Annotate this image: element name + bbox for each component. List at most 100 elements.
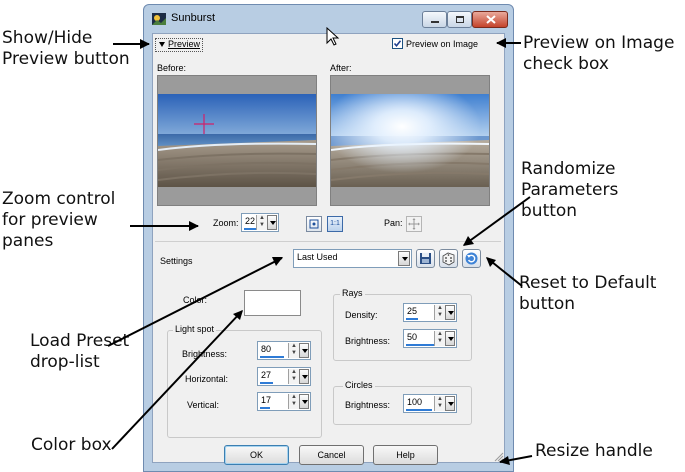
zoom-up-down-icon[interactable]: ▲ ▼ (256, 215, 267, 230)
rays-brightness-dropdown[interactable] (445, 331, 455, 346)
chevron-down-icon (448, 337, 454, 341)
light-spot-vertical-up-down-icon[interactable]: ▲ ▼ (288, 394, 299, 409)
rays-brightness-up-down-icon[interactable]: ▲ ▼ (434, 331, 445, 346)
ok-button[interactable]: OK (224, 445, 289, 465)
rays-brightness-label: Brightness: (345, 336, 391, 346)
annotation-preview-on-image: Preview on Image check box (523, 33, 675, 74)
close-icon (486, 15, 496, 24)
reset-to-default-button[interactable] (462, 249, 481, 268)
preview-toggle-label: Preview (168, 39, 201, 49)
circles-brightness-value: 100 (407, 397, 423, 407)
after-preview-pane[interactable] (330, 75, 490, 206)
show-hide-preview-button[interactable]: Preview (155, 38, 204, 52)
separator (155, 241, 501, 242)
dialog-client-area: Preview Preview on Image Before: After: (152, 33, 505, 465)
circles-brightness-spinner[interactable]: 100 ▲ ▼ (403, 394, 457, 413)
save-preset-button[interactable] (416, 249, 435, 268)
dice-icon (442, 252, 455, 266)
light-spot-brightness-label: Brightness: (182, 349, 228, 359)
rays-title: Rays (340, 288, 365, 298)
light-spot-horizontal-value: 27 (261, 370, 272, 380)
app-icon (152, 13, 166, 25)
light-spot-title: Light spot (173, 324, 217, 334)
reset-icon (465, 252, 478, 265)
close-button[interactable] (472, 11, 508, 28)
minimize-button[interactable] (422, 11, 447, 28)
zoom-value: 22 (245, 216, 256, 226)
zoom-fit-button[interactable] (306, 216, 322, 232)
light-spot-vertical-spinner[interactable]: 17 ▲ ▼ (257, 392, 311, 411)
triangle-down-icon (159, 42, 165, 47)
color-label: Color: (183, 295, 208, 305)
zoom-spinner[interactable]: 22 ▲ ▼ (241, 213, 279, 232)
light-spot-vertical-value: 17 (261, 395, 272, 405)
light-spot-horizontal-label: Horizontal: (185, 374, 229, 384)
load-preset-droplist[interactable]: Last Used (293, 249, 412, 268)
preset-dropdown-button[interactable] (398, 251, 410, 266)
chevron-down-icon (302, 375, 308, 379)
light-spot-brightness-bar (260, 356, 284, 358)
window-title: Sunburst (171, 12, 216, 24)
rays-density-dropdown[interactable] (445, 305, 455, 320)
floppy-disk-icon (420, 253, 431, 264)
rays-density-up-down-icon[interactable]: ▲ ▼ (434, 305, 445, 320)
light-spot-horizontal-up-down-icon[interactable]: ▲ ▼ (288, 369, 299, 384)
circles-brightness-dropdown[interactable] (445, 396, 455, 411)
randomize-parameters-button[interactable] (439, 249, 458, 268)
before-preview-pane[interactable] (157, 75, 317, 206)
color-box[interactable] (244, 290, 301, 316)
rays-density-value: 25 (407, 306, 418, 316)
maximize-icon (456, 16, 464, 23)
zoom-label: Zoom: (213, 218, 239, 228)
checkmark-icon (393, 40, 402, 48)
zoom-one-to-one-label: 1:1 (330, 220, 340, 227)
circles-title: Circles (343, 380, 375, 390)
zoom-one-to-one-button[interactable]: 1:1 (327, 216, 343, 232)
maximize-button[interactable] (447, 11, 472, 28)
annotation-resize-handle: Resize handle (535, 441, 653, 461)
circles-brightness-up-down-icon[interactable]: ▲ ▼ (434, 396, 445, 411)
light-spot-brightness-spinner[interactable]: 80 ▲ ▼ (257, 341, 311, 360)
cancel-button[interactable]: Cancel (299, 445, 364, 465)
light-spot-vertical-bar (260, 407, 270, 409)
annotation-color-box: Color box (31, 435, 112, 455)
light-spot-horizontal-bar (260, 382, 273, 384)
chevron-down-icon (302, 400, 308, 404)
light-spot-brightness-up-down-icon[interactable]: ▲ ▼ (288, 343, 299, 358)
annotation-show-hide-preview: Show/Hide Preview button (2, 28, 130, 69)
chevron-down-icon (302, 349, 308, 353)
preview-on-image-label: Preview on Image (406, 39, 479, 49)
chevron-down-icon (448, 311, 454, 315)
help-button[interactable]: Help (373, 445, 438, 465)
rays-density-label: Density: (345, 310, 378, 320)
preset-value: Last Used (297, 252, 338, 262)
circles-brightness-bar (406, 409, 432, 411)
light-spot-vertical-dropdown[interactable] (299, 394, 309, 409)
light-spot-brightness-value: 80 (261, 344, 272, 354)
chevron-down-icon (270, 221, 276, 225)
pan-button[interactable] (406, 216, 422, 232)
resize-grip-icon[interactable] (492, 450, 504, 462)
settings-label: Settings (160, 256, 193, 266)
annotation-load-preset: Load Preset drop-list (30, 331, 130, 372)
pan-icon (408, 218, 420, 230)
light-spot-horizontal-spinner[interactable]: 27 ▲ ▼ (257, 367, 311, 386)
minimize-icon (431, 21, 439, 23)
light-spot-horizontal-dropdown[interactable] (299, 369, 309, 384)
preview-on-image-checkbox[interactable] (392, 38, 403, 49)
before-beach-image (158, 94, 316, 187)
pan-label: Pan: (384, 218, 403, 228)
rays-density-spinner[interactable]: 25 ▲ ▼ (403, 303, 457, 322)
before-label: Before: (157, 63, 187, 73)
chevron-down-icon (402, 257, 408, 261)
circles-brightness-label: Brightness: (345, 400, 391, 410)
rays-brightness-spinner[interactable]: 50 ▲ ▼ (403, 329, 457, 348)
zoom-dropdown-button[interactable] (267, 215, 277, 230)
light-spot-brightness-dropdown[interactable] (299, 343, 309, 358)
crosshair-icon[interactable] (193, 113, 215, 135)
rays-brightness-value: 50 (407, 332, 418, 342)
chevron-down-icon (448, 402, 454, 406)
zoom-fit-icon (309, 219, 319, 229)
rays-density-bar (406, 318, 418, 320)
sunburst-dialog: Sunburst Preview Preview on Image Before… (143, 4, 514, 472)
